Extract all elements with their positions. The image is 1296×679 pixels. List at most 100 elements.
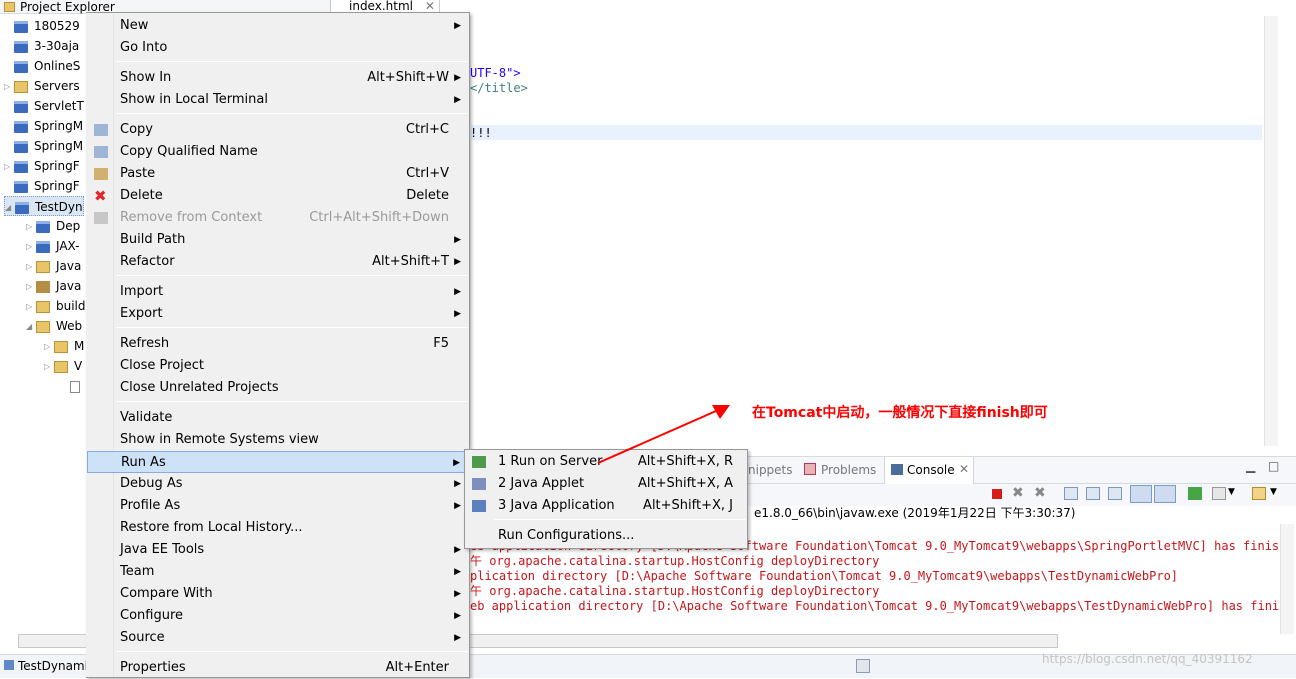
expand-icon[interactable]: ▷: [26, 257, 36, 277]
menu-item-paste[interactable]: Paste Ctrl+V: [87, 163, 469, 185]
menu-item-team[interactable]: Team ▶: [87, 561, 469, 583]
menu-item-debug-as[interactable]: Debug As ▶: [87, 473, 469, 495]
tree-item[interactable]: ▷ JAX-: [26, 236, 80, 256]
menu-item-delete[interactable]: ✖ Delete Delete: [87, 185, 469, 207]
tree-item[interactable]: 3-30aja: [4, 36, 79, 56]
submenu-item-3-java-application[interactable]: 3 Java Application Alt+Shift+X, J: [465, 495, 747, 517]
project-explorer-icon: [4, 2, 15, 12]
menu-item-new[interactable]: New ▶: [87, 15, 469, 37]
tree-item[interactable]: OnlineS: [4, 56, 80, 76]
expand-icon[interactable]: ▷: [4, 157, 14, 177]
remove-all-icon[interactable]: ✖: [1034, 485, 1046, 501]
menu-item-label: Configure: [120, 608, 184, 623]
submenu-arrow-icon: ▶: [454, 309, 461, 319]
expand-icon[interactable]: ◢: [26, 317, 36, 337]
menu-item-show-in-remote-systems-view[interactable]: Show in Remote Systems view: [87, 429, 469, 451]
tree-item[interactable]: ▷ Java: [26, 256, 81, 276]
tab-problems[interactable]: Problems: [821, 463, 876, 477]
terminate-icon[interactable]: [992, 489, 1002, 499]
menu-item-build-path[interactable]: Build Path ▶: [87, 229, 469, 251]
chevron-down-icon[interactable]: ▼: [1270, 487, 1277, 497]
tree-item[interactable]: ▷ SpringF: [4, 156, 80, 176]
open-console-icon[interactable]: [1252, 487, 1266, 500]
menu-item-refresh[interactable]: Refresh F5: [87, 333, 469, 355]
menu-item-configure[interactable]: Configure ▶: [87, 605, 469, 627]
editor-vertical-scrollbar[interactable]: [1264, 16, 1278, 446]
show-console-on-stdout-icon[interactable]: [1130, 485, 1152, 503]
menu-item-properties[interactable]: Properties Alt+Enter: [87, 657, 469, 679]
tree-item[interactable]: ServletT: [4, 96, 84, 116]
tree-item[interactable]: ◢ Web: [26, 316, 82, 336]
menu-item-copy-qualified-name[interactable]: Copy Qualified Name: [87, 141, 469, 163]
expand-icon[interactable]: ▷: [26, 217, 36, 237]
menu-item-run-as[interactable]: Run As ▶: [87, 451, 469, 473]
close-icon[interactable]: ✕: [959, 462, 969, 476]
show-console-on-stderr-icon[interactable]: [1154, 485, 1176, 503]
clear-console-icon[interactable]: [1064, 487, 1078, 500]
menu-item-compare-with[interactable]: Compare With ▶: [87, 583, 469, 605]
menu-item-refactor[interactable]: Refactor Alt+Shift+T ▶: [87, 251, 469, 273]
tree-item[interactable]: ▷ Servers: [4, 76, 80, 96]
expand-icon[interactable]: ▷: [44, 337, 54, 357]
maximize-icon[interactable]: □: [1268, 459, 1279, 473]
menu-item-close-unrelated-projects[interactable]: Close Unrelated Projects: [87, 377, 469, 399]
menu-item-show-in-local-terminal[interactable]: Show in Local Terminal ▶: [87, 89, 469, 111]
tree-item[interactable]: ▷ V: [44, 356, 82, 376]
menu-item-label: Show In: [120, 70, 172, 85]
menu-item-validate[interactable]: Validate: [87, 407, 469, 429]
tab-console[interactable]: Console ✕: [884, 457, 974, 484]
tree-item[interactable]: SpringM: [4, 116, 83, 136]
submenu-item-2-java-applet[interactable]: 2 Java Applet Alt+Shift+X, A: [465, 473, 747, 495]
expand-icon[interactable]: ▷: [44, 357, 54, 377]
scroll-lock-icon[interactable]: [1086, 487, 1100, 500]
console-vertical-scrollbar[interactable]: [1280, 524, 1294, 634]
word-wrap-icon[interactable]: [1108, 487, 1122, 500]
tree-item[interactable]: SpringF: [4, 176, 80, 196]
library-icon: [36, 280, 50, 293]
tree-item[interactable]: ◢ TestDyn: [4, 196, 84, 216]
tree-item-label: 3-30aja: [34, 39, 80, 53]
expand-icon[interactable]: ▷: [26, 237, 36, 257]
menu-item-restore-from-local-history[interactable]: Restore from Local History...: [87, 517, 469, 539]
menu-item-import[interactable]: Import ▶: [87, 281, 469, 303]
menu-item-show-in[interactable]: Show In Alt+Shift+W ▶: [87, 67, 469, 89]
pin-console-icon[interactable]: [1188, 487, 1202, 500]
minimize-icon[interactable]: ▁: [1246, 459, 1255, 473]
chevron-down-icon[interactable]: ▼: [1228, 487, 1235, 497]
tree-item-label: OnlineS: [34, 59, 81, 73]
menu-item-go-into[interactable]: Go Into: [87, 37, 469, 59]
menu-item-profile-as[interactable]: Profile As ▶: [87, 495, 469, 517]
tab-console-label: Console: [907, 463, 955, 477]
folder-icon: [36, 320, 50, 333]
menu-item-java-ee-tools[interactable]: Java EE Tools ▶: [87, 539, 469, 561]
expand-icon[interactable]: ▷: [4, 77, 14, 97]
tree-item[interactable]: 180529: [4, 16, 80, 36]
project-icon: [36, 240, 50, 253]
paste-icon: [94, 168, 108, 180]
menu-item-remove-from-context[interactable]: Remove from Context Ctrl+Alt+Shift+Down: [87, 207, 469, 229]
display-console-icon[interactable]: [1212, 487, 1226, 500]
remove-launch-icon[interactable]: ✖: [1012, 485, 1024, 501]
tree-item-label: TestDyn: [35, 200, 83, 214]
project-icon: [14, 140, 28, 153]
menu-item-export[interactable]: Export ▶: [87, 303, 469, 325]
tree-item[interactable]: ▷ M: [44, 336, 84, 356]
expand-icon[interactable]: ▷: [26, 277, 36, 297]
menu-separator: [116, 327, 468, 328]
problems-icon: [804, 463, 816, 475]
expand-icon[interactable]: ◢: [5, 198, 15, 218]
tab-snippets[interactable]: nippets: [748, 463, 793, 477]
tree-item[interactable]: i: [60, 376, 89, 396]
tree-item[interactable]: SpringM: [4, 136, 83, 156]
editor-area[interactable]: [470, 16, 1265, 446]
tree-item-label: ServletT: [34, 99, 84, 113]
tree-item[interactable]: ▷ build: [26, 296, 86, 316]
task-icon[interactable]: [856, 659, 870, 673]
tree-item[interactable]: ▷ Dep: [26, 216, 80, 236]
submenu-item-run-configurations[interactable]: Run Configurations...: [465, 525, 747, 547]
menu-item-source[interactable]: Source ▶: [87, 627, 469, 649]
expand-icon[interactable]: ▷: [26, 297, 36, 317]
tree-item[interactable]: ▷ Java: [26, 276, 81, 296]
menu-item-copy[interactable]: Copy Ctrl+C: [87, 119, 469, 141]
menu-item-close-project[interactable]: Close Project: [87, 355, 469, 377]
